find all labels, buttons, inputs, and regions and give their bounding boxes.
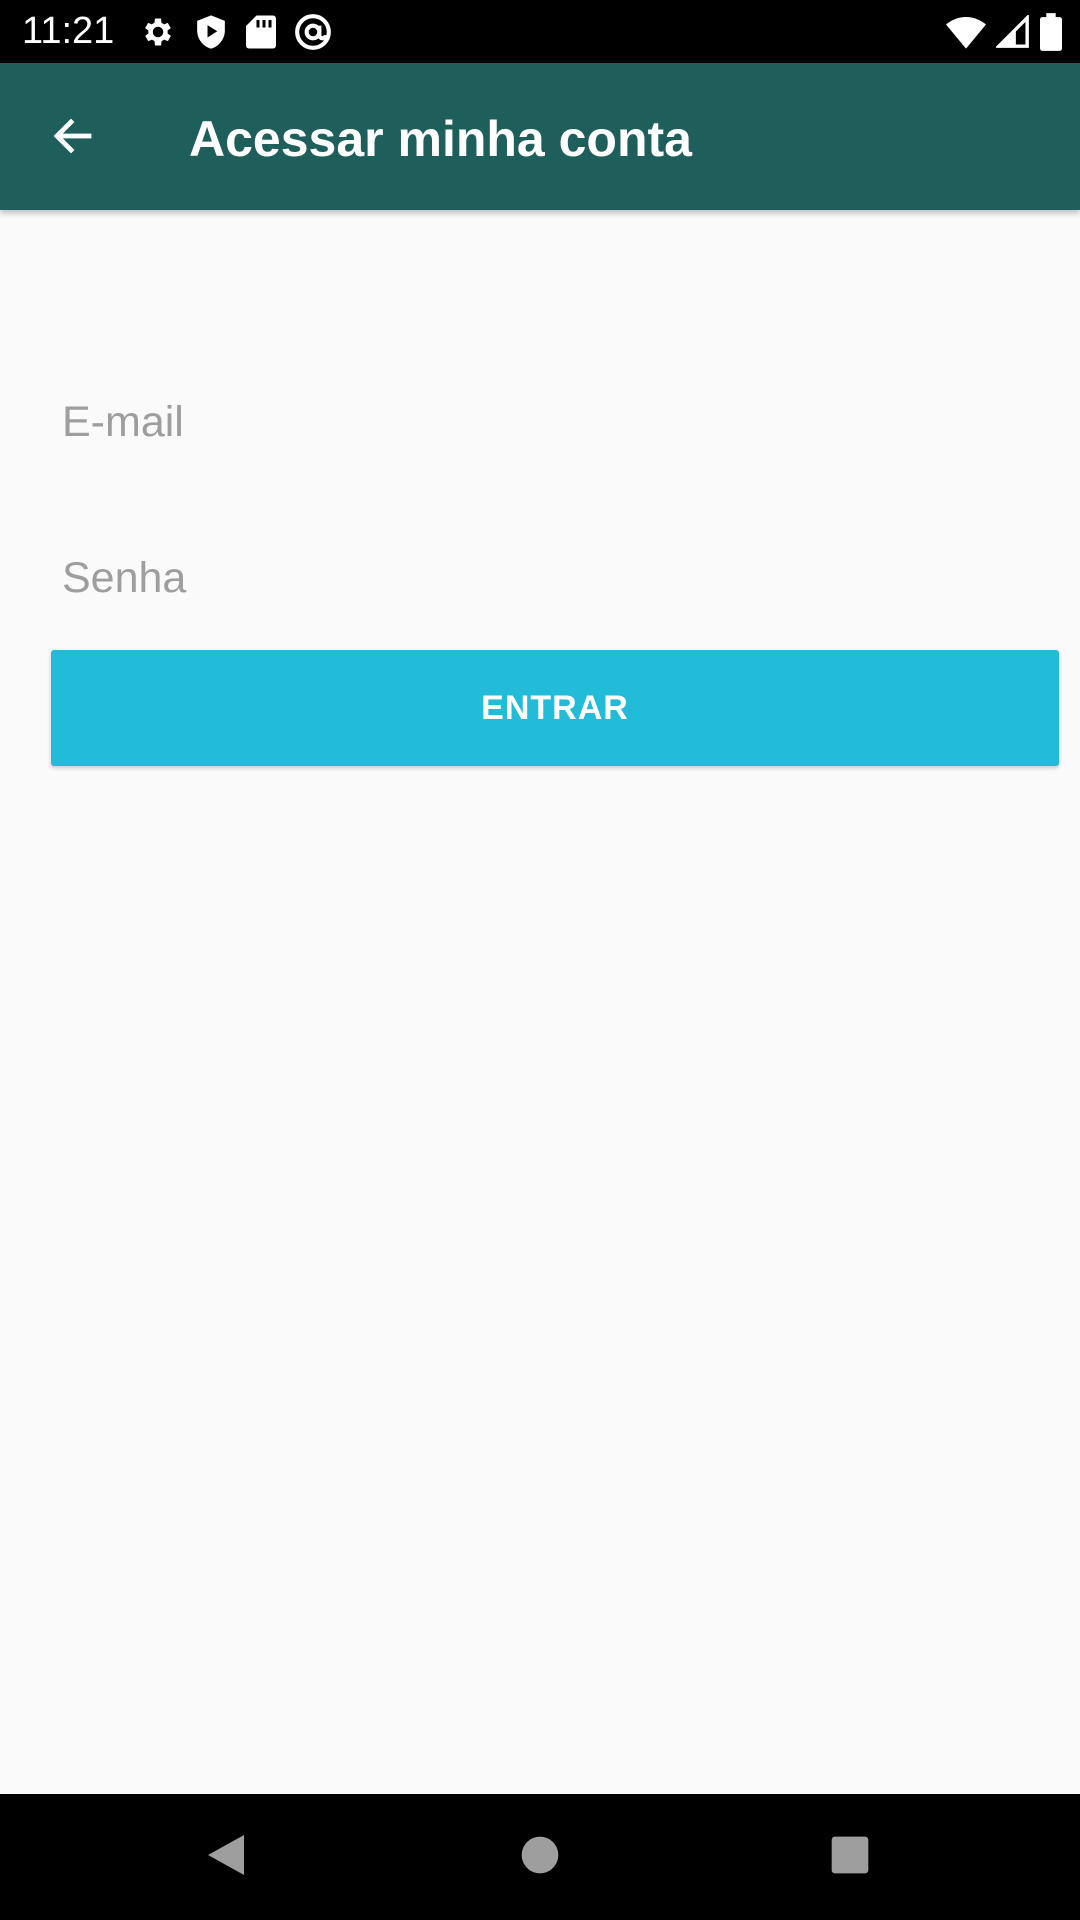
battery-icon [1040, 13, 1062, 51]
app-bar: Acessar minha conta [0, 63, 1080, 210]
at-sign-icon [294, 13, 332, 51]
nav-back-button[interactable] [196, 1827, 256, 1887]
nav-recents-button[interactable] [820, 1827, 880, 1887]
back-button[interactable] [38, 103, 108, 173]
notification-icons [140, 12, 332, 52]
sd-card-icon [246, 14, 276, 50]
email-field[interactable] [50, 377, 1030, 467]
password-field[interactable] [50, 533, 1030, 623]
nav-home-icon [520, 1835, 560, 1880]
shield-play-icon [194, 14, 228, 50]
page-title: Acessar minha conta [189, 111, 692, 167]
login-button[interactable]: ENTRAR [51, 650, 1059, 766]
navigation-bar [0, 1794, 1080, 1920]
status-bar: 11:21 [0, 0, 1080, 63]
nav-home-button[interactable] [510, 1827, 570, 1887]
nav-recents-icon [830, 1835, 870, 1880]
system-status-icons [946, 12, 1062, 52]
login-screen: 11:21 Acessar minha conta E-mail ENTRAR [0, 0, 1080, 1920]
nav-back-icon [204, 1831, 248, 1884]
settings-icon [140, 14, 176, 50]
status-time: 11:21 [22, 10, 115, 52]
cell-signal-icon [996, 15, 1030, 49]
arrow-back-icon [49, 112, 97, 165]
wifi-icon [946, 15, 986, 49]
